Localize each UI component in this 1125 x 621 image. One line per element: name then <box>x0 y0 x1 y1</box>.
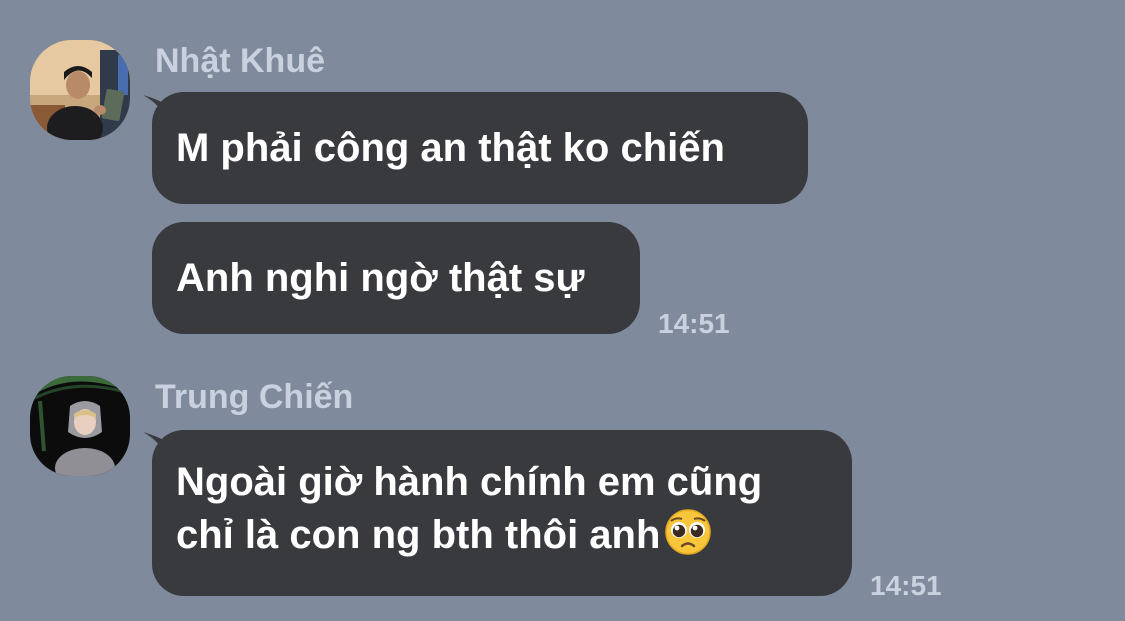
pleading-face-emoji-icon <box>664 508 712 556</box>
message-text: chỉ là con ng bth thôi anh <box>176 513 661 557</box>
message-text-line: chỉ là con ng bth thôi anh <box>176 508 828 561</box>
sender-name: Trung Chiến <box>155 378 354 416</box>
message-timestamp: 14:51 <box>658 308 730 339</box>
avatar-nhat-khue[interactable] <box>30 40 130 140</box>
avatar-trung-chien[interactable] <box>30 376 130 476</box>
message-bubble[interactable]: Anh nghi ngờ thật sự <box>152 222 640 334</box>
user-photo-avatar-icon <box>30 376 130 476</box>
message-text-line: Ngoài giờ hành chính em cũng <box>176 460 763 504</box>
message-timestamp: 14:51 <box>870 570 942 601</box>
message-text: Anh nghi ngờ thật sự <box>176 255 585 300</box>
user-photo-avatar-icon <box>30 40 130 140</box>
message-text: M phải công an thật ko chiến <box>176 125 725 170</box>
message-bubble[interactable]: Ngoài giờ hành chính em cũng chỉ là con … <box>152 430 852 596</box>
message-bubble[interactable]: M phải công an thật ko chiến <box>152 92 808 204</box>
sender-name: Nhật Khuê <box>155 42 325 80</box>
